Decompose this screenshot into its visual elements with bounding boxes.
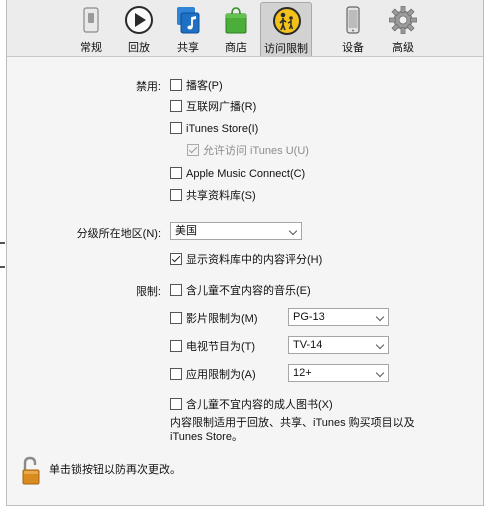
itunes-u-label: 允许访问 iTunes U(U): [203, 145, 309, 157]
checkbox-apps[interactable]: 应用限制为(A): [170, 367, 256, 383]
apps-rating-select[interactable]: 12+: [288, 364, 389, 382]
checkbox-itunes-store[interactable]: iTunes Store(I): [170, 121, 258, 137]
region-label: 分级所在地区(N):: [76, 228, 161, 240]
tab-store[interactable]: 商店: [212, 2, 260, 56]
region-select[interactable]: 美国: [170, 222, 302, 240]
internet-radio-label: 互联网广播(R): [186, 101, 257, 113]
restrict-label: 限制:: [135, 286, 161, 298]
movies-rating-select[interactable]: PG-13: [288, 308, 389, 326]
checkbox-apple-music-connect[interactable]: Apple Music Connect(C): [170, 166, 305, 182]
movies-rating-value: PG-13: [293, 311, 325, 323]
tv-rating-select[interactable]: TV-14: [288, 336, 389, 354]
podcasts-checkbox[interactable]: [170, 79, 182, 91]
tv-rating-value: TV-14: [293, 339, 323, 351]
play-icon: [125, 6, 153, 34]
apple-music-connect-checkbox[interactable]: [170, 167, 182, 179]
tab-sharing-label: 共享: [177, 42, 199, 54]
unlocked-padlock-icon: [22, 456, 40, 485]
lock-button[interactable]: [21, 456, 41, 486]
chevron-down-icon: [375, 312, 385, 322]
music-note-icon: [177, 7, 200, 34]
explicit-music-label: 含儿童不宜内容的音乐(E): [186, 285, 311, 297]
checkbox-internet-radio[interactable]: 互联网广播(R): [170, 99, 256, 115]
podcasts-label: 播客(P): [186, 80, 223, 92]
checkbox-books[interactable]: 含儿童不宜内容的成人图书(X): [170, 397, 333, 413]
gear-icon: [389, 6, 417, 34]
tab-sharing[interactable]: 共享: [164, 2, 212, 56]
restrictions-note-line1: 内容限制适用于回放、共享、iTunes 购买项目以及: [170, 417, 415, 429]
tv-checkbox[interactable]: [170, 340, 182, 352]
tab-playback[interactable]: 回放: [115, 2, 163, 56]
checkbox-tv[interactable]: 电视节目为(T): [170, 339, 255, 355]
restrictions-note: 内容限制适用于回放、共享、iTunes 购买项目以及 iTunes Store。: [170, 416, 415, 444]
background-window-edge: [0, 266, 5, 268]
itunes-store-checkbox[interactable]: [170, 122, 182, 134]
checkbox-shared-libraries[interactable]: 共享资料库(S): [170, 188, 256, 204]
chevron-down-icon: [375, 340, 385, 350]
chevron-down-icon: [375, 368, 385, 378]
checkbox-show-ratings[interactable]: 显示资料库中的内容评分(H): [170, 252, 322, 268]
tab-advanced-label: 高级: [392, 42, 414, 54]
explicit-music-checkbox[interactable]: [170, 284, 182, 296]
checkbox-explicit-music[interactable]: 含儿童不宜内容的音乐(E): [170, 283, 311, 299]
checkbox-itunes-u: 允许访问 iTunes U(U): [187, 143, 309, 159]
internet-radio-checkbox[interactable]: [170, 100, 182, 112]
show-ratings-checkbox[interactable]: [170, 253, 182, 265]
tab-store-label: 商店: [225, 42, 247, 54]
checkbox-movies[interactable]: 影片限制为(M): [170, 311, 258, 327]
chevron-down-icon: [288, 226, 298, 236]
tab-devices-label: 设备: [342, 42, 364, 54]
itunes-u-checkbox: [187, 144, 199, 156]
parental-restrictions-icon: [273, 7, 301, 35]
tab-general[interactable]: 常规: [67, 2, 115, 56]
books-label: 含儿童不宜内容的成人图书(X): [186, 399, 333, 411]
device-icon: [346, 6, 360, 34]
movies-label: 影片限制为(M): [186, 313, 258, 325]
disable-label: 禁用:: [135, 81, 161, 93]
show-ratings-label: 显示资料库中的内容评分(H): [186, 254, 323, 266]
restrictions-note-line2: iTunes Store。: [170, 431, 243, 443]
apps-label: 应用限制为(A): [186, 369, 256, 381]
tab-restrictions-label: 访问限制: [264, 43, 308, 55]
tab-advanced[interactable]: 高级: [379, 2, 427, 56]
itunes-store-label: iTunes Store(I): [186, 123, 259, 135]
tab-general-label: 常规: [80, 42, 102, 54]
general-switch-icon: [83, 7, 99, 33]
apps-rating-value: 12+: [293, 367, 312, 379]
shared-libraries-checkbox[interactable]: [170, 189, 182, 201]
movies-checkbox[interactable]: [170, 312, 182, 324]
tv-label: 电视节目为(T): [186, 341, 256, 353]
preferences-window: 常规 回放 共享 商店 访问限制 设备 高级 禁用: 播客(P) 互联网广播(R…: [6, 0, 484, 506]
preferences-toolbar: 常规 回放 共享 商店 访问限制 设备 高级: [7, 0, 483, 57]
region-select-value: 美国: [175, 225, 197, 237]
lock-hint-text: 单击锁按钮以防再次更改。: [49, 464, 181, 476]
tab-devices[interactable]: 设备: [329, 2, 377, 56]
store-bag-icon: [225, 7, 247, 34]
checkbox-podcasts[interactable]: 播客(P): [170, 78, 223, 94]
apple-music-connect-label: Apple Music Connect(C): [186, 168, 306, 180]
apps-checkbox[interactable]: [170, 368, 182, 380]
tab-playback-label: 回放: [128, 42, 150, 54]
books-checkbox[interactable]: [170, 398, 182, 410]
shared-libraries-label: 共享资料库(S): [186, 190, 256, 202]
background-window-edge: [0, 242, 5, 244]
tab-restrictions[interactable]: 访问限制: [260, 2, 312, 56]
